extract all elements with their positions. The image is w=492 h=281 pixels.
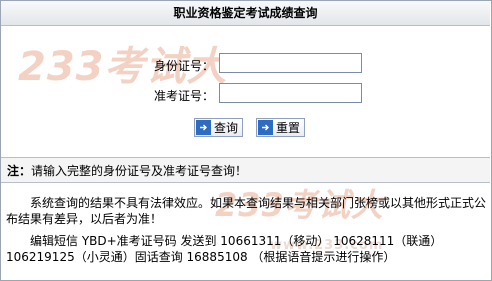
reset-button[interactable]: 重置 [256,118,305,137]
info-text: 系统查询的结果不具有法律效应。如果本查询结果与相关部门张榜或以其他形式正式公布结… [6,195,486,265]
query-button-label: 查询 [214,121,239,135]
disclaimer-text: 系统查询的结果不具有法律效应。如果本查询结果与相关部门张榜或以其他形式正式公布结… [6,196,487,226]
arrow-right-icon [258,120,273,135]
query-button[interactable]: 查询 [194,118,243,137]
sms-query-text: 编辑短信 YBD+准考证号码 发送到 10661311（移动） 10628111… [6,234,443,264]
ticket-number-label: 准考证号： [153,89,214,103]
id-number-input[interactable] [219,53,362,73]
reset-button-label: 重置 [276,121,301,135]
notice-bar: 注：请输入完整的身份证号及准考证号查询！ [1,157,490,183]
arrow-right-icon [196,120,211,135]
notice-prefix: 注： [7,164,32,178]
ticket-number-input[interactable] [219,83,362,103]
id-number-label: 身份证号： [153,59,214,73]
notice-text: 请输入完整的身份证号及准考证号查询！ [31,164,248,178]
page-title: 职业资格鉴定考试成绩查询 [1,1,490,26]
